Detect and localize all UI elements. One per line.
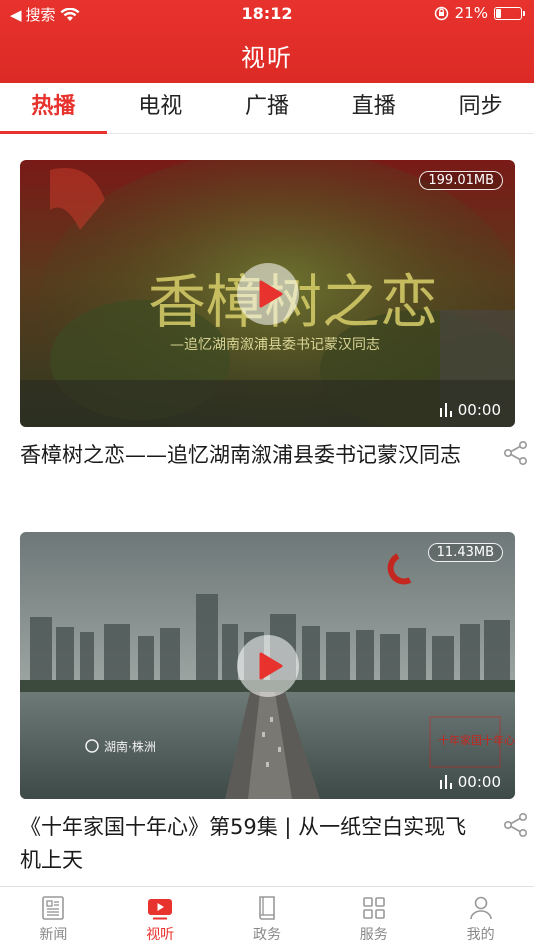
nav-government[interactable]: 政务 [214,887,321,950]
nav-services-label: 服务 [359,927,388,943]
nav-news-label: 新闻 [39,927,68,943]
status-bar: ◀ 搜索 18:12 21% [0,0,534,28]
grid-icon [362,897,385,919]
file-size-badge: 11.43MB [427,543,503,562]
thumbnail-series-tag: 十年家国十年心 [438,733,515,747]
nav-government-label: 政务 [252,927,281,943]
duration-text: 00:00 [457,773,501,791]
battery-icon [494,6,525,20]
tab-radio[interactable]: 广播 [214,83,321,133]
video-title[interactable]: 《十年家国十年心》第59集 | 从一纸空白实现飞机上天 [20,811,480,877]
play-icon [259,280,282,307]
share-icon[interactable] [503,440,529,466]
nav-services[interactable]: 服务 [320,887,427,950]
file-size-badge: 199.01MB [419,171,503,190]
video-play-icon [148,899,173,920]
video-thumbnail[interactable]: 香樟树之恋 —追忆湖南溆浦县委书记蒙汉同志 199.01MB 00:00 [20,160,515,427]
video-thumbnail[interactable]: 十年家国十年心 湖南·株洲 11.43MB 00:00 [20,532,515,799]
audio-bars-icon [439,775,452,789]
share-icon[interactable] [503,812,529,838]
audio-bars-icon [439,403,452,417]
nav-news[interactable]: 新闻 [0,887,107,950]
thumbnail-location-tag: 湖南·株洲 [104,739,156,754]
video-duration: 00:00 [439,401,501,419]
play-icon [259,652,282,679]
user-icon [469,896,492,920]
video-card[interactable]: 十年家国十年心 湖南·株洲 11.43MB 00:00 《十年家国十年心》第59… [20,532,527,877]
newspaper-icon [42,896,65,920]
nav-profile[interactable]: 我的 [427,887,534,950]
app-header: ◀ 搜索 18:12 21% 视听 [0,0,534,83]
video-feed[interactable]: 香樟树之恋 —追忆湖南溆浦县委书记蒙汉同志 199.01MB 00:00 香樟树… [0,134,534,886]
tab-live[interactable]: 直播 [320,83,427,133]
nav-video[interactable]: 视听 [107,887,214,950]
play-button[interactable] [236,634,299,697]
bottom-navigation: 新闻 视听 政务 服务 我的 [0,886,534,950]
video-title[interactable]: 香樟树之恋——追忆湖南溆浦县委书记蒙汉同志 [20,439,480,472]
government-book-icon [259,896,275,920]
category-tabs: 热播 电视 广播 直播 同步 [0,83,534,134]
play-button[interactable] [236,262,299,325]
tab-tv[interactable]: 电视 [107,83,214,133]
thumbnail-overlay-subtitle: —追忆湖南溆浦县委书记蒙汉同志 [170,337,380,353]
video-card[interactable]: 香樟树之恋 —追忆湖南溆浦县委书记蒙汉同志 199.01MB 00:00 香樟树… [20,160,527,472]
nav-profile-label: 我的 [466,927,495,943]
tab-hot[interactable]: 热播 [0,83,107,134]
duration-text: 00:00 [457,401,501,419]
battery-percent: 21% [454,4,488,22]
orientation-lock-icon [434,6,448,20]
video-duration: 00:00 [439,773,501,791]
nav-video-label: 视听 [146,927,175,943]
page-title: 视听 [241,44,293,72]
tab-sync[interactable]: 同步 [427,83,534,133]
